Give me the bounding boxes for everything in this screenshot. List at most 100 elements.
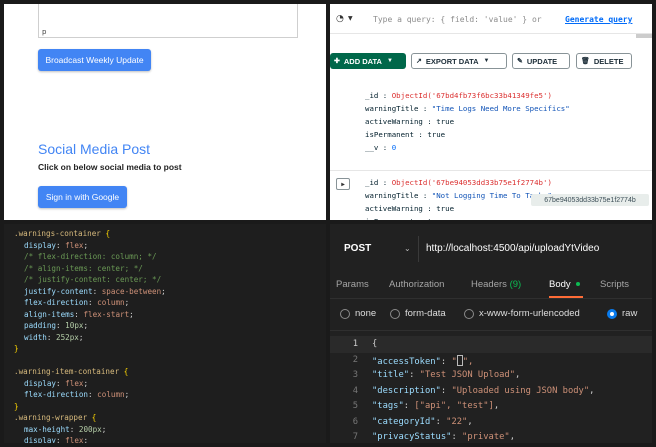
css-value: column [97, 390, 125, 399]
modified-dot-icon [576, 282, 581, 287]
line-number: 3 [352, 370, 358, 380]
social-media-title: Social Media Post [38, 141, 151, 157]
code-line: 6 "categoryId": "22", [330, 414, 652, 431]
json-key: "privacyStatus" [372, 432, 452, 442]
json-value: "Uploaded using JSON body" [451, 385, 590, 396]
code-line: 7 "privacyStatus": "private", [330, 429, 652, 443]
json-punctuation: , [589, 385, 595, 396]
json-value: "private" [462, 432, 510, 442]
json-key: "accessToken" [372, 356, 441, 367]
css-property: justify-content [24, 286, 93, 296]
delete-button[interactable]: 🗑 DELETE [576, 53, 632, 69]
code-line: width: 252px; [24, 333, 83, 342]
css-punctuation: ; [161, 286, 166, 296]
trash-icon: 🗑 [581, 58, 590, 65]
css-selector: .warning-item-container [14, 367, 120, 376]
body-type-none[interactable]: none [340, 308, 376, 319]
broadcast-weekly-update-button[interactable]: Broadcast Weekly Update [38, 49, 151, 71]
css-punctuation: ; [124, 390, 130, 399]
body-type-raw[interactable]: raw [607, 308, 637, 319]
document-field: activeWarning : true [365, 204, 455, 213]
code-line: } [14, 344, 19, 353]
css-brace: } [14, 401, 19, 411]
css-selector: .warning-wrapper [14, 413, 88, 422]
css-comment: /* justify-content: center; */ [24, 275, 162, 284]
tab-headers[interactable]: Headers (9) [471, 279, 521, 290]
css-property: flex-direction [24, 298, 89, 307]
css-punctuation: : [88, 298, 98, 307]
tab-body[interactable]: Body [549, 279, 581, 290]
update-button[interactable]: ✎ UPDATE [512, 53, 570, 69]
chevron-down-icon[interactable]: ▼ [348, 15, 353, 22]
json-key: "description" [372, 385, 441, 396]
json-punctuation: : [451, 432, 463, 442]
postman-panel: POST ⌄ http://localhost:4500/api/uploadY… [330, 224, 652, 443]
css-punctuation: ; [101, 424, 107, 434]
add-data-label: ADD DATA [343, 56, 382, 66]
css-editor-panel[interactable]: .warnings-container {display: flex; /* fl… [4, 224, 326, 443]
code-line: flex-direction: column; [24, 298, 129, 307]
json-punctuation: : [403, 401, 415, 411]
add-data-button[interactable]: ✚ ADD DATA ▼ [330, 53, 406, 69]
url-input[interactable]: http://localhost:4500/api/uploadYtVideo [426, 243, 599, 254]
generate-query-link[interactable]: Generate query [565, 15, 632, 24]
code-line: /* justify-content: center; */ [24, 275, 161, 284]
code-line: flex-direction: column; [24, 390, 129, 399]
code-text: "categoryId": "22", [372, 417, 473, 427]
tab-params[interactable]: Params [336, 279, 369, 290]
css-property: flex-direction [24, 390, 89, 399]
export-data-button[interactable]: ↗ EXPORT DATA ▼ [411, 53, 507, 69]
css-property: align-items [24, 309, 75, 319]
css-punctuation: ; [78, 332, 84, 342]
css-comment: /* align-items: center; */ [24, 263, 143, 273]
line-number: 4 [352, 385, 358, 396]
code-text: "privacyStatus": "private", [372, 432, 515, 442]
body-type-none-label: none [355, 308, 377, 319]
body-type-urlencoded-label: x-www-form-urlencoded [479, 308, 580, 319]
code-line: } [14, 402, 19, 411]
message-textarea[interactable]: p [38, 4, 298, 38]
json-punctuation: ", [462, 356, 474, 367]
plus-icon: ✚ [334, 58, 340, 65]
css-value: 252px [56, 332, 79, 342]
css-value: 10px [65, 321, 84, 330]
json-punctuation: : [435, 416, 447, 427]
method-select[interactable]: POST ⌄ [334, 238, 414, 260]
query-input[interactable]: Type a query: { field: 'value' } or [373, 15, 542, 24]
sign-in-with-google-button[interactable]: Sign in with Google [38, 186, 127, 208]
body-type-urlencoded[interactable]: x-www-form-urlencoded [464, 308, 580, 319]
document-card[interactable]: _id : ObjectId('67bd4fb73f6bc33b41349fe5… [330, 85, 652, 159]
expand-document-icon[interactable]: ▶ [336, 178, 350, 190]
compass-panel: ◔ ▼ Type a query: { field: 'value' } or … [330, 4, 652, 220]
history-icon[interactable]: ◔ [336, 14, 344, 24]
code-line: 3 "title": "Test JSON Upload", [330, 367, 652, 384]
json-punctuation: : [440, 356, 452, 367]
social-media-subtitle: Click on below social media to post [38, 162, 182, 172]
css-punctuation: ; [129, 309, 134, 319]
chevron-down-icon: ⌄ [404, 244, 411, 253]
css-property: display [24, 436, 57, 443]
line-number: 6 [352, 416, 358, 427]
css-punctuation: ; [83, 378, 89, 388]
tab-scripts[interactable]: Scripts [600, 279, 629, 290]
horizontal-scrollbar[interactable] [636, 34, 652, 38]
delete-label: DELETE [593, 56, 624, 66]
code-line: justify-content: space-between; [24, 287, 166, 296]
css-punctuation: : [56, 240, 66, 250]
css-punctuation: : [56, 436, 66, 443]
code-line: padding: 10px; [24, 321, 88, 330]
css-brace: { [87, 413, 97, 422]
code-text: "description": "Uploaded using JSON body… [372, 386, 594, 396]
css-punctuation: : [46, 332, 57, 342]
json-key: "tags" [372, 401, 404, 411]
css-property: padding [24, 321, 57, 330]
query-bar: ◔ ▼ Type a query: { field: 'value' } or … [330, 4, 652, 34]
tab-authorization[interactable]: Authorization [389, 279, 444, 290]
json-brace: { [372, 339, 378, 349]
json-value: "22" [446, 416, 468, 427]
css-value: flex [65, 378, 84, 388]
css-brace: { [119, 367, 129, 376]
code-line: /* flex-direction: column; */ [24, 252, 157, 261]
body-type-form-data[interactable]: form-data [390, 308, 446, 319]
css-comment: /* flex-direction: column; */ [24, 252, 157, 261]
